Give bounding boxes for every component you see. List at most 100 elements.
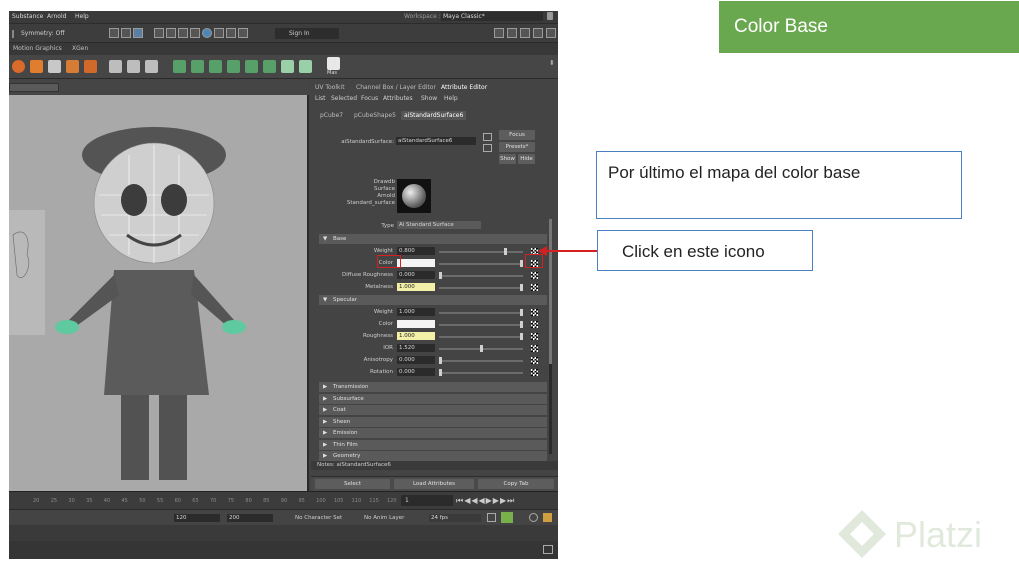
node-tab-pcubeshape[interactable]: pCubeShape5 xyxy=(351,111,399,120)
load-attributes-button[interactable]: Load Attributes xyxy=(394,479,474,489)
base-attr-field[interactable]: 0.800 xyxy=(397,247,435,255)
skydome-icon[interactable] xyxy=(48,60,61,73)
type-dropdown[interactable]: Ai Standard Surface xyxy=(397,221,481,229)
curve-tool-icon[interactable] xyxy=(145,60,158,73)
specular-attr-slider-knob[interactable] xyxy=(520,321,523,328)
map-button-icon[interactable] xyxy=(531,272,538,279)
menu-attributes[interactable]: Attributes xyxy=(383,95,413,102)
section-specular[interactable]: ▼ Specular xyxy=(319,295,547,305)
render-view-icon[interactable] xyxy=(214,28,224,38)
xgen-icon-6[interactable] xyxy=(263,60,276,73)
select-button[interactable]: Select xyxy=(315,479,390,489)
snap-icon[interactable] xyxy=(109,28,119,38)
section-thin-film[interactable]: ▶ Thin Film xyxy=(319,439,547,450)
specular-attr-field[interactable]: 1.000 xyxy=(397,332,435,340)
pause-icon[interactable] xyxy=(226,28,236,38)
menu-arnold[interactable]: Arnold xyxy=(47,13,66,20)
area-light-icon[interactable] xyxy=(30,60,43,73)
map-button-icon[interactable] xyxy=(531,357,538,364)
ipr-render-icon[interactable] xyxy=(166,28,176,38)
pencil-icon[interactable] xyxy=(109,60,122,73)
focus-button[interactable]: Focus xyxy=(499,130,535,140)
xgen-icon-4[interactable] xyxy=(227,60,240,73)
auto-key-icon[interactable] xyxy=(501,512,513,523)
current-frame-field[interactable]: 1 xyxy=(401,495,453,506)
map-button-icon[interactable] xyxy=(531,309,538,316)
section-transmission[interactable]: ▶ Transmission xyxy=(319,382,547,392)
tab-attribute-editor[interactable]: Attribute Editor xyxy=(441,84,487,91)
xgen-icon-5[interactable] xyxy=(245,60,258,73)
node-tab-aistandardsurface[interactable]: aiStandardSurface6 xyxy=(401,111,467,120)
mas-shelf-icon[interactable] xyxy=(327,57,340,70)
copy-tab-button[interactable]: Copy Tab xyxy=(478,479,554,489)
base-attr-slider-knob[interactable] xyxy=(520,284,523,291)
scrollbar-track[interactable] xyxy=(549,219,552,454)
loop-icon[interactable] xyxy=(487,513,496,522)
section-coat[interactable]: ▶ Coat xyxy=(319,405,547,415)
scrollbar-thumb[interactable] xyxy=(549,219,552,364)
viewport[interactable] xyxy=(9,81,309,491)
shelf-tab-motion-graphics[interactable]: Motion Graphics xyxy=(13,45,62,52)
base-attr-field[interactable]: 0.000 xyxy=(397,271,435,279)
tool-settings-icon[interactable] xyxy=(533,28,543,38)
base-attr-slider[interactable] xyxy=(439,263,523,265)
base-attr-slider[interactable] xyxy=(439,275,523,277)
shelf-scroll-icon[interactable]: ⬍ xyxy=(549,59,555,67)
xgen-icon-3[interactable] xyxy=(209,60,222,73)
arnold-render-icon[interactable] xyxy=(202,28,212,38)
viewport-dropdown[interactable] xyxy=(9,83,59,92)
anim-prefs-icon[interactable] xyxy=(529,513,538,522)
render-icon[interactable] xyxy=(154,28,164,38)
lock-icon[interactable] xyxy=(547,12,553,20)
stop-icon[interactable] xyxy=(238,28,248,38)
section-base[interactable]: ▼ Base xyxy=(319,234,547,244)
range-end-field[interactable]: 200 xyxy=(227,514,273,522)
gear-icon[interactable] xyxy=(494,28,504,38)
character-icon[interactable] xyxy=(543,513,552,522)
node-tab-pcube[interactable]: pCube7 xyxy=(317,111,346,120)
menu-show[interactable]: Show xyxy=(421,95,437,102)
arnold-light-icon[interactable] xyxy=(12,60,25,73)
anim-layer-dropdown[interactable]: No Anim Layer xyxy=(364,515,404,521)
section-geometry[interactable]: ▶ Geometry xyxy=(319,451,547,461)
map-button-icon[interactable] xyxy=(531,284,538,291)
menu-focus[interactable]: Focus xyxy=(361,95,378,102)
base-attr-slider-knob[interactable] xyxy=(439,272,442,279)
specular-attr-slider-knob[interactable] xyxy=(520,333,523,340)
presets-button[interactable]: Presets* xyxy=(499,142,535,152)
base-attr-slider-knob[interactable] xyxy=(520,260,523,267)
menu-substance[interactable]: Substance xyxy=(12,13,43,20)
base-attr-field[interactable]: 1.000 xyxy=(397,283,435,291)
show-button[interactable]: Show xyxy=(499,154,516,164)
playback-controls[interactable]: ⏮◀◀◀▶▶▶⏭ xyxy=(456,496,515,506)
specular-attr-slider-knob[interactable] xyxy=(479,345,483,352)
tab-channel-box[interactable]: Channel Box / Layer Editor xyxy=(356,84,436,91)
specular-attr-slider-knob[interactable] xyxy=(520,309,523,316)
specular-attr-slider[interactable] xyxy=(439,312,523,314)
specular-attr-field[interactable]: 1.000 xyxy=(397,308,435,316)
base-attr-slider[interactable] xyxy=(439,287,523,289)
specular-attr-field[interactable] xyxy=(397,320,435,328)
channel-box-icon[interactable] xyxy=(546,28,556,38)
menu-help[interactable]: Help xyxy=(75,13,89,20)
menu-list[interactable]: List xyxy=(315,95,326,102)
specular-attr-slider[interactable] xyxy=(439,360,523,362)
menu-help[interactable]: Help xyxy=(444,95,458,102)
base-attr-slider-knob[interactable] xyxy=(503,248,507,255)
specular-attr-slider-knob[interactable] xyxy=(439,357,442,364)
specular-attr-field[interactable]: 0.000 xyxy=(397,368,435,376)
mesh-light-icon[interactable] xyxy=(66,60,79,73)
fps-dropdown[interactable]: 24 fps xyxy=(429,514,481,522)
xgen-icon-7[interactable] xyxy=(281,60,294,73)
xgen-icon-1[interactable] xyxy=(173,60,186,73)
sign-in-dropdown[interactable]: Sign In xyxy=(275,28,339,39)
map-button-icon[interactable] xyxy=(531,321,538,328)
script-editor-icon[interactable] xyxy=(543,545,553,554)
map-button-icon[interactable] xyxy=(531,369,538,376)
shelf-tab-xgen[interactable]: XGen xyxy=(72,45,88,52)
hypershade-icon[interactable] xyxy=(190,28,200,38)
specular-attr-slider[interactable] xyxy=(439,336,523,338)
symmetry-dropdown[interactable]: Symmetry: Off xyxy=(21,30,64,37)
xgen-icon-8[interactable] xyxy=(299,60,312,73)
render-settings-icon[interactable] xyxy=(178,28,188,38)
